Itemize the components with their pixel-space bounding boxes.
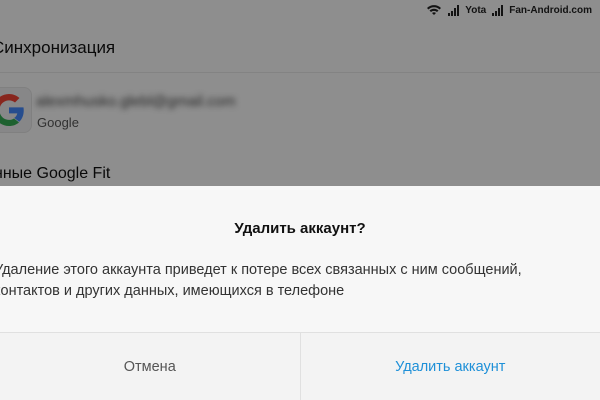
- screen: Yota Fan-Android.com Синхронизация alexm…: [0, 0, 600, 400]
- dialog-title: Удалить аккаунт?: [234, 220, 366, 237]
- dialog-message: Удаление этого аккаунта приведет к потер…: [0, 262, 522, 299]
- dialog-buttons: Отмена Удалить аккаунт: [0, 332, 600, 400]
- cancel-button[interactable]: Отмена: [0, 333, 301, 400]
- delete-account-button[interactable]: Удалить аккаунт: [301, 333, 600, 400]
- delete-account-dialog: Удалить аккаунт? Удаление этого аккаунта…: [0, 186, 600, 400]
